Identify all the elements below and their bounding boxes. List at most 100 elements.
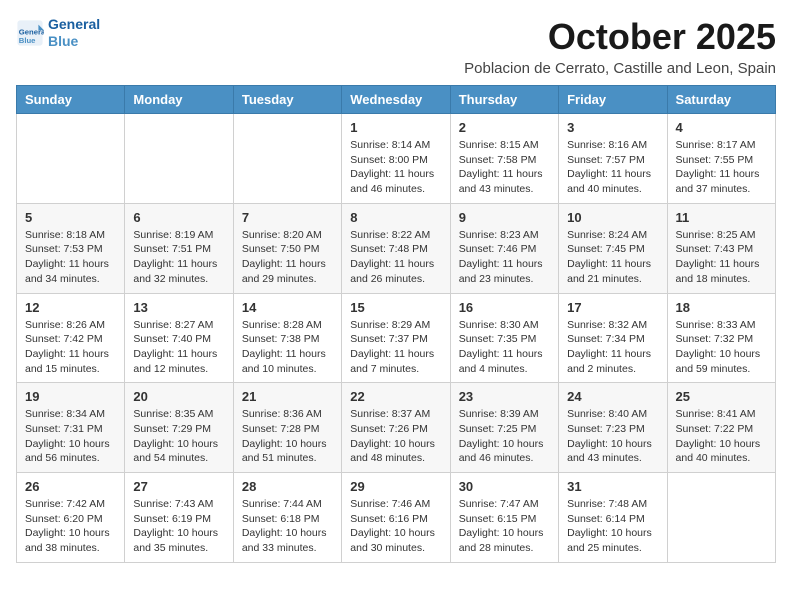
location-title: Poblacion de Cerrato, Castille and Leon,… xyxy=(464,60,776,77)
day-number: 8 xyxy=(350,210,441,225)
day-info: Sunrise: 8:34 AM Sunset: 7:31 PM Dayligh… xyxy=(25,407,116,466)
calendar-week-row: 5 Sunrise: 8:18 AM Sunset: 7:53 PM Daylig… xyxy=(17,203,776,293)
calendar-cell: 31 Sunrise: 7:48 AM Sunset: 6:14 PM Dayli… xyxy=(559,473,667,563)
day-number: 7 xyxy=(242,210,333,225)
calendar-cell: 25 Sunrise: 8:41 AM Sunset: 7:22 PM Dayli… xyxy=(667,383,775,473)
calendar-cell: 23Sunrise: 8:39 AM Sunset: 7:25 PM Dayli… xyxy=(450,383,558,473)
calendar-week-row: 19 Sunrise: 8:34 AM Sunset: 7:31 PM Dayli… xyxy=(17,383,776,473)
day-number: 14 xyxy=(242,300,333,315)
calendar-cell: 29Sunrise: 7:46 AM Sunset: 6:16 PM Dayli… xyxy=(342,473,450,563)
day-info: Sunrise: 8:17 AM Sunset: 7:55 PM Dayligh… xyxy=(676,138,767,197)
day-number: 16 xyxy=(459,300,550,315)
calendar-cell: 11 Sunrise: 8:25 AM Sunset: 7:43 PM Dayli… xyxy=(667,203,775,293)
day-info: Sunrise: 7:47 AM Sunset: 6:15 PM Dayligh… xyxy=(459,497,550,556)
day-number: 25 xyxy=(676,389,767,404)
day-info: Sunrise: 8:29 AM Sunset: 7:37 PM Dayligh… xyxy=(350,318,441,377)
logo-text-line2: Blue xyxy=(48,33,100,50)
calendar-cell: 21 Sunrise: 8:36 AM Sunset: 7:28 PM Dayli… xyxy=(233,383,341,473)
calendar-cell: 22Sunrise: 8:37 AM Sunset: 7:26 PM Dayli… xyxy=(342,383,450,473)
day-number: 28 xyxy=(242,479,333,494)
calendar-cell: 3Sunrise: 8:16 AM Sunset: 7:57 PM Daylig… xyxy=(559,114,667,204)
day-number: 1 xyxy=(350,120,441,135)
calendar-cell xyxy=(233,114,341,204)
title-block: October 2025 Poblacion de Cerrato, Casti… xyxy=(464,16,776,77)
day-header: Saturday xyxy=(667,86,775,114)
calendar-cell: 5 Sunrise: 8:18 AM Sunset: 7:53 PM Daylig… xyxy=(17,203,125,293)
day-number: 3 xyxy=(567,120,658,135)
day-info: Sunrise: 8:26 AM Sunset: 7:42 PM Dayligh… xyxy=(25,318,116,377)
calendar-cell: 17 Sunrise: 8:32 AM Sunset: 7:34 PM Dayli… xyxy=(559,293,667,383)
day-number: 12 xyxy=(25,300,116,315)
day-info: Sunrise: 8:27 AM Sunset: 7:40 PM Dayligh… xyxy=(133,318,224,377)
calendar-week-row: 12 Sunrise: 8:26 AM Sunset: 7:42 PM Dayli… xyxy=(17,293,776,383)
calendar-cell xyxy=(125,114,233,204)
page-header: General Blue General Blue October 2025 P… xyxy=(16,16,776,77)
svg-text:Blue: Blue xyxy=(19,36,36,45)
day-info: Sunrise: 8:20 AM Sunset: 7:50 PM Dayligh… xyxy=(242,228,333,287)
calendar-cell: 18 Sunrise: 8:33 AM Sunset: 7:32 PM Dayli… xyxy=(667,293,775,383)
day-number: 22 xyxy=(350,389,441,404)
day-info: Sunrise: 8:33 AM Sunset: 7:32 PM Dayligh… xyxy=(676,318,767,377)
day-header: Thursday xyxy=(450,86,558,114)
calendar-cell: 6 Sunrise: 8:19 AM Sunset: 7:51 PM Daylig… xyxy=(125,203,233,293)
day-number: 31 xyxy=(567,479,658,494)
calendar-cell xyxy=(667,473,775,563)
calendar-week-row: 1Sunrise: 8:14 AM Sunset: 8:00 PM Daylig… xyxy=(17,114,776,204)
day-info: Sunrise: 8:18 AM Sunset: 7:53 PM Dayligh… xyxy=(25,228,116,287)
calendar-cell: 9 Sunrise: 8:23 AM Sunset: 7:46 PM Daylig… xyxy=(450,203,558,293)
calendar-cell: 27Sunrise: 7:43 AM Sunset: 6:19 PM Dayli… xyxy=(125,473,233,563)
day-info: Sunrise: 7:42 AM Sunset: 6:20 PM Dayligh… xyxy=(25,497,116,556)
calendar-cell: 2 Sunrise: 8:15 AM Sunset: 7:58 PM Daylig… xyxy=(450,114,558,204)
logo-text-line1: General xyxy=(48,16,100,33)
day-header: Wednesday xyxy=(342,86,450,114)
day-info: Sunrise: 7:44 AM Sunset: 6:18 PM Dayligh… xyxy=(242,497,333,556)
day-number: 21 xyxy=(242,389,333,404)
logo: General Blue General Blue xyxy=(16,16,100,50)
calendar-cell: 28 Sunrise: 7:44 AM Sunset: 6:18 PM Dayli… xyxy=(233,473,341,563)
calendar-cell: 14 Sunrise: 8:28 AM Sunset: 7:38 PM Dayli… xyxy=(233,293,341,383)
calendar-cell: 7 Sunrise: 8:20 AM Sunset: 7:50 PM Daylig… xyxy=(233,203,341,293)
day-info: Sunrise: 8:24 AM Sunset: 7:45 PM Dayligh… xyxy=(567,228,658,287)
day-number: 24 xyxy=(567,389,658,404)
day-number: 17 xyxy=(567,300,658,315)
day-number: 6 xyxy=(133,210,224,225)
day-number: 5 xyxy=(25,210,116,225)
calendar-cell: 4Sunrise: 8:17 AM Sunset: 7:55 PM Daylig… xyxy=(667,114,775,204)
day-number: 2 xyxy=(459,120,550,135)
day-number: 15 xyxy=(350,300,441,315)
calendar-cell: 15 Sunrise: 8:29 AM Sunset: 7:37 PM Dayli… xyxy=(342,293,450,383)
day-info: Sunrise: 8:15 AM Sunset: 7:58 PM Dayligh… xyxy=(459,138,550,197)
logo-icon: General Blue xyxy=(16,19,44,47)
day-info: Sunrise: 8:23 AM Sunset: 7:46 PM Dayligh… xyxy=(459,228,550,287)
day-info: Sunrise: 8:30 AM Sunset: 7:35 PM Dayligh… xyxy=(459,318,550,377)
day-header: Monday xyxy=(125,86,233,114)
calendar-cell: 26Sunrise: 7:42 AM Sunset: 6:20 PM Dayli… xyxy=(17,473,125,563)
day-info: Sunrise: 8:41 AM Sunset: 7:22 PM Dayligh… xyxy=(676,407,767,466)
calendar-cell: 19 Sunrise: 8:34 AM Sunset: 7:31 PM Dayli… xyxy=(17,383,125,473)
calendar-cell: 16 Sunrise: 8:30 AM Sunset: 7:35 PM Dayli… xyxy=(450,293,558,383)
day-info: Sunrise: 8:25 AM Sunset: 7:43 PM Dayligh… xyxy=(676,228,767,287)
month-title: October 2025 xyxy=(464,16,776,58)
day-info: Sunrise: 8:19 AM Sunset: 7:51 PM Dayligh… xyxy=(133,228,224,287)
day-number: 20 xyxy=(133,389,224,404)
calendar-cell: 12 Sunrise: 8:26 AM Sunset: 7:42 PM Dayli… xyxy=(17,293,125,383)
day-info: Sunrise: 8:35 AM Sunset: 7:29 PM Dayligh… xyxy=(133,407,224,466)
calendar-cell: 30Sunrise: 7:47 AM Sunset: 6:15 PM Dayli… xyxy=(450,473,558,563)
calendar-header-row: SundayMondayTuesdayWednesdayThursdayFrid… xyxy=(17,86,776,114)
calendar-cell: 1Sunrise: 8:14 AM Sunset: 8:00 PM Daylig… xyxy=(342,114,450,204)
day-number: 18 xyxy=(676,300,767,315)
day-info: Sunrise: 7:48 AM Sunset: 6:14 PM Dayligh… xyxy=(567,497,658,556)
calendar-week-row: 26Sunrise: 7:42 AM Sunset: 6:20 PM Dayli… xyxy=(17,473,776,563)
day-info: Sunrise: 8:39 AM Sunset: 7:25 PM Dayligh… xyxy=(459,407,550,466)
day-info: Sunrise: 8:32 AM Sunset: 7:34 PM Dayligh… xyxy=(567,318,658,377)
day-number: 13 xyxy=(133,300,224,315)
day-number: 9 xyxy=(459,210,550,225)
day-info: Sunrise: 7:46 AM Sunset: 6:16 PM Dayligh… xyxy=(350,497,441,556)
day-number: 27 xyxy=(133,479,224,494)
day-number: 19 xyxy=(25,389,116,404)
day-number: 11 xyxy=(676,210,767,225)
day-info: Sunrise: 8:22 AM Sunset: 7:48 PM Dayligh… xyxy=(350,228,441,287)
calendar-cell: 8 Sunrise: 8:22 AM Sunset: 7:48 PM Daylig… xyxy=(342,203,450,293)
day-info: Sunrise: 8:28 AM Sunset: 7:38 PM Dayligh… xyxy=(242,318,333,377)
day-info: Sunrise: 8:36 AM Sunset: 7:28 PM Dayligh… xyxy=(242,407,333,466)
